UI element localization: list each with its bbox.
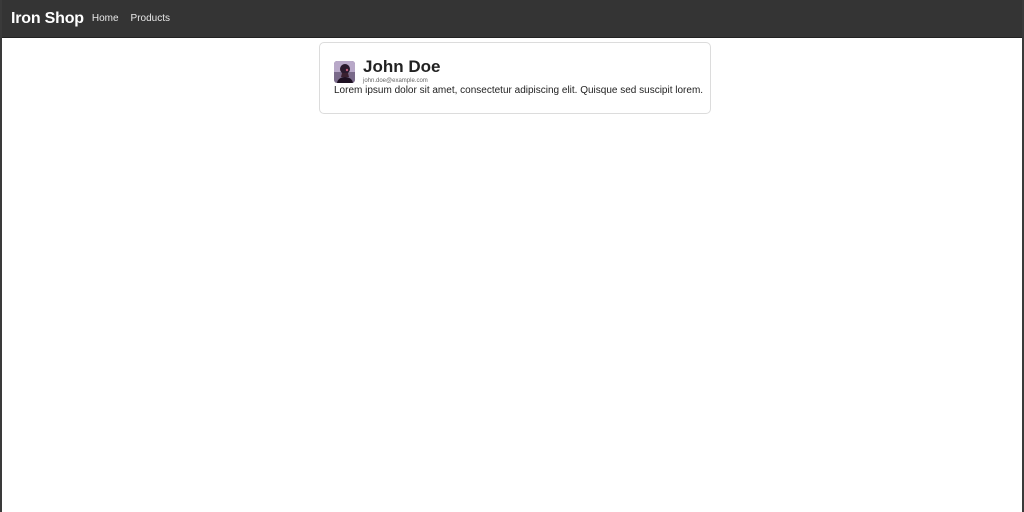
profile-name: John Doe — [363, 57, 441, 76]
top-navbar: Iron Shop Home Products — [2, 0, 1022, 38]
profile-bio: Lorem ipsum dolor sit amet, consectetur … — [334, 85, 704, 96]
profile-email: john.doe@example.com — [363, 78, 428, 84]
page-frame: Iron Shop Home Products John Doe john.do… — [0, 0, 1024, 512]
profile-name-block: John Doe john.doe@example.com — [363, 57, 440, 85]
nav-link-home[interactable]: Home — [92, 13, 119, 24]
nav-link-products[interactable]: Products — [131, 13, 170, 24]
brand-link[interactable]: Iron Shop — [11, 10, 84, 28]
person-silhouette-icon — [334, 61, 355, 83]
profile-card-header: John Doe john.doe@example.com — [334, 57, 696, 85]
profile-card: John Doe john.doe@example.com Lorem ipsu… — [319, 42, 711, 114]
